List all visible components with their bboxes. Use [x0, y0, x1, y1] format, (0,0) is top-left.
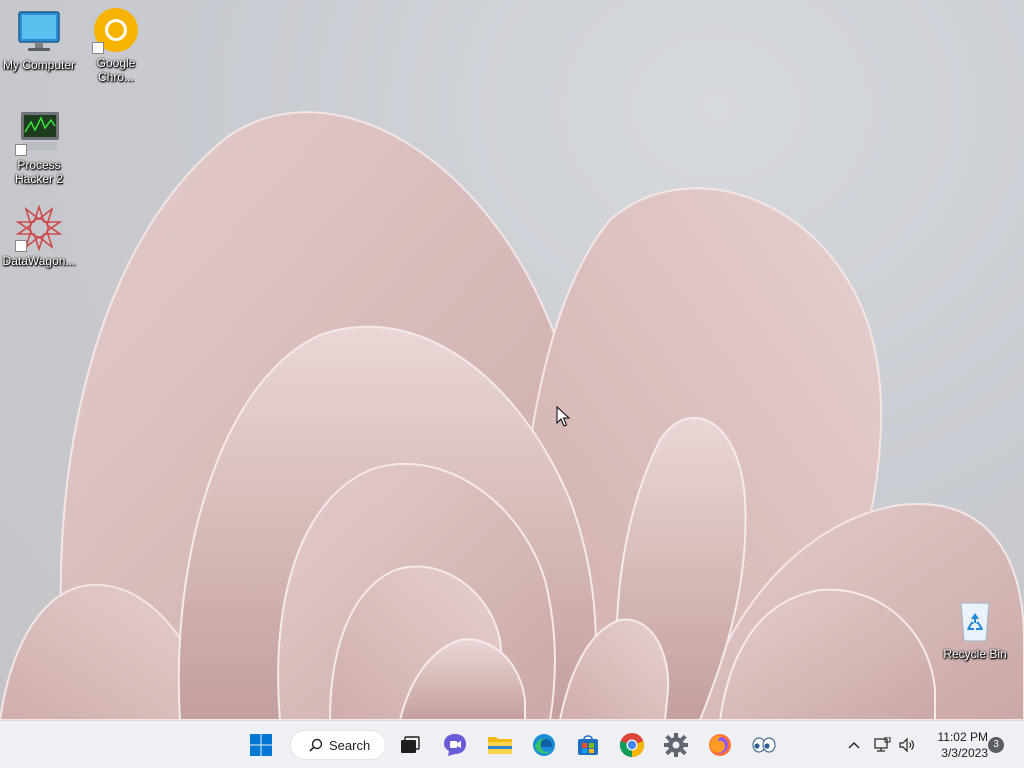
eyes-app-button[interactable]	[748, 729, 780, 761]
edge-icon	[533, 734, 555, 756]
show-hidden-icons-button[interactable]	[842, 733, 866, 757]
chevron-up-icon	[848, 742, 860, 749]
gear-icon	[664, 733, 688, 757]
chrome-icon	[619, 733, 645, 758]
chat-icon	[444, 734, 466, 756]
shortcut-arrow-icon	[15, 144, 27, 156]
search-label: Search	[329, 737, 371, 753]
eyes-icon	[752, 737, 776, 753]
desktop[interactable]: My Computer Google Chro... Process Hacke…	[0, 0, 1024, 720]
start-button[interactable]	[245, 729, 277, 761]
network-icon	[874, 737, 891, 752]
desktop-icon-my-computer[interactable]: My Computer	[1, 8, 77, 72]
desktop-icon-process-hacker[interactable]: Process Hacker 2	[1, 108, 77, 186]
edge-button[interactable]	[528, 729, 560, 761]
recycle-bin-icon	[951, 597, 999, 645]
network-button[interactable]	[870, 733, 894, 757]
clock-time: 11:02 PM	[937, 730, 988, 744]
chat-button[interactable]	[439, 729, 471, 761]
mouse-cursor-icon	[556, 406, 570, 427]
desktop-icon-label: Recycle Bin	[943, 647, 1007, 661]
volume-button[interactable]	[895, 733, 919, 757]
taskbar-clock[interactable]: 11:02 PM 3/3/2023	[926, 729, 988, 761]
task-view-icon	[401, 736, 420, 753]
desktop-icon-label: DataWagon...	[2, 254, 76, 268]
volume-icon	[899, 737, 914, 753]
desktop-icon-label: Process Hacker 2	[14, 158, 64, 186]
windows-logo-icon	[250, 734, 272, 756]
desktop-icon-datawagon[interactable]: DataWagon...	[1, 204, 77, 268]
folder-icon	[488, 737, 512, 754]
desktop-icon-google-chrome[interactable]: Google Chro...	[78, 6, 154, 84]
shortcut-arrow-icon	[15, 240, 27, 252]
datawagon-icon	[15, 204, 63, 252]
desktop-icon-label: Google Chro...	[96, 56, 136, 84]
firefox-icon	[709, 734, 731, 756]
file-explorer-button[interactable]	[484, 729, 516, 761]
store-icon	[578, 735, 598, 755]
firefox-button[interactable]	[704, 729, 736, 761]
taskbar-search-box[interactable]: Search	[290, 730, 386, 760]
settings-button[interactable]	[660, 729, 692, 761]
desktop-icon-label: My Computer	[2, 58, 76, 72]
clock-date: 3/3/2023	[941, 746, 988, 760]
notification-count-badge[interactable]: 3	[988, 737, 1004, 753]
monitor-icon	[15, 8, 63, 56]
search-icon	[309, 738, 323, 752]
microsoft-store-button[interactable]	[572, 729, 604, 761]
wallpaper-bloom	[0, 111, 1024, 720]
desktop-icon-recycle-bin[interactable]: Recycle Bin	[937, 597, 1013, 661]
shortcut-arrow-icon	[92, 42, 104, 54]
chrome-button[interactable]	[616, 729, 648, 761]
task-view-button[interactable]	[394, 729, 426, 761]
chrome-canary-icon	[92, 6, 140, 54]
process-hacker-icon	[15, 108, 63, 156]
taskbar: Search 11:02 PM 3/3/2023 3	[0, 720, 1024, 768]
